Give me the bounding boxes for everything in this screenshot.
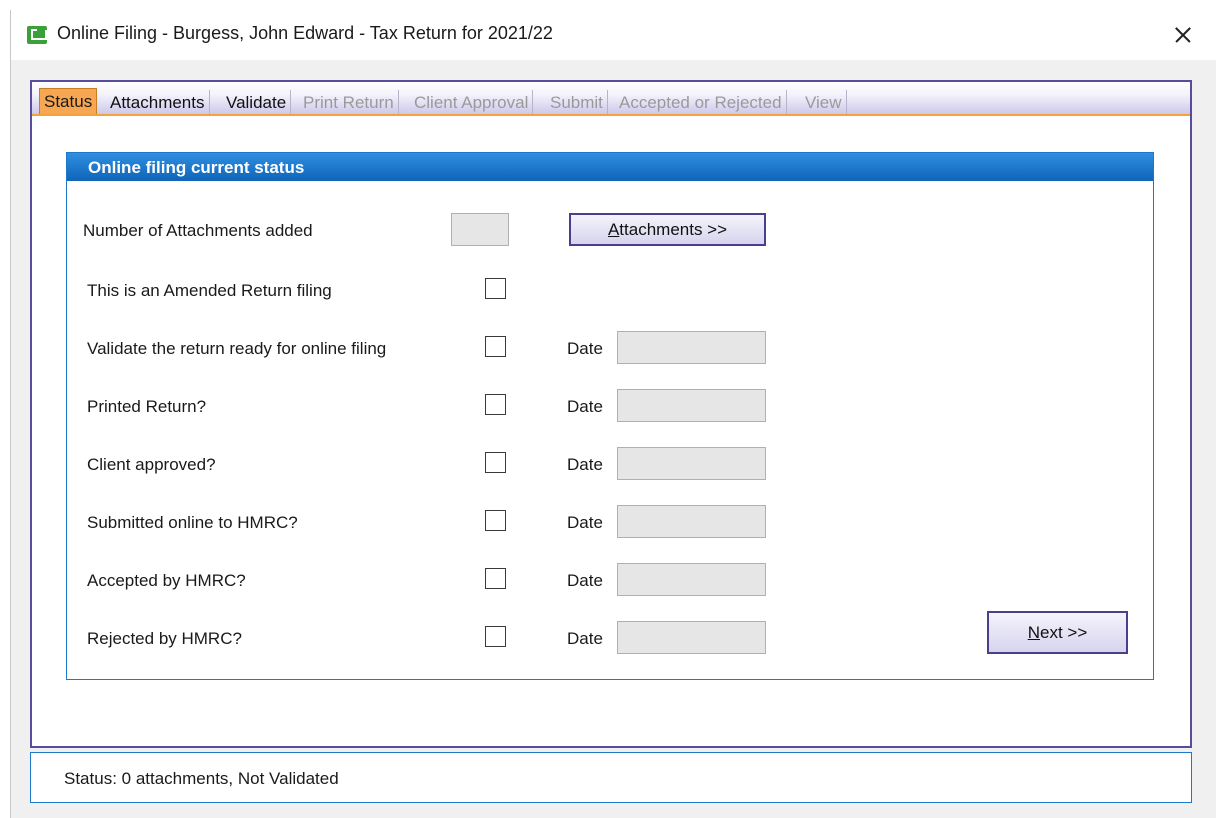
tab-view[interactable]: View <box>801 90 847 114</box>
submitted-checkbox[interactable] <box>485 510 506 531</box>
tab-status[interactable]: Status <box>39 88 98 114</box>
accepted-label: Accepted by HMRC? <box>87 571 246 590</box>
next-button-label: ext >> <box>1040 623 1088 642</box>
printed-checkbox[interactable] <box>485 394 506 415</box>
client-approved-date-label: Date <box>567 455 603 474</box>
rejected-label: Rejected by HMRC? <box>87 629 242 648</box>
accepted-date-field <box>617 563 766 596</box>
app-icon <box>27 26 47 44</box>
accepted-date-label: Date <box>567 571 603 590</box>
tab-attachments[interactable]: Attachments <box>106 90 210 114</box>
close-icon[interactable] <box>1161 20 1205 50</box>
rejected-checkbox[interactable] <box>485 626 506 647</box>
status-bar: Status: 0 attachments, Not Validated <box>30 752 1192 803</box>
client-approved-checkbox[interactable] <box>485 452 506 473</box>
printed-date-field <box>617 389 766 422</box>
tab-submit[interactable]: Submit <box>546 90 608 114</box>
accepted-checkbox[interactable] <box>485 568 506 589</box>
amended-return-label: This is an Amended Return filing <box>87 281 332 300</box>
attachments-count-field <box>451 213 509 246</box>
attachments-button-hotkey: A <box>607 220 620 239</box>
filing-status-group: Online filing current status Number of A… <box>66 152 1154 680</box>
group-title: Online filing current status <box>67 153 1153 181</box>
printed-date-label: Date <box>567 397 603 416</box>
validate-date-label: Date <box>567 339 603 358</box>
submitted-label: Submitted online to HMRC? <box>87 513 298 532</box>
tab-accepted-or-rejected[interactable]: Accepted or Rejected <box>615 90 787 114</box>
printed-label: Printed Return? <box>87 397 207 416</box>
online-filing-window: Online Filing - Burgess, John Edward - T… <box>10 10 1216 818</box>
submitted-date-field <box>617 505 766 538</box>
window-title: Online Filing - Burgess, John Edward - T… <box>57 23 553 43</box>
submitted-date-label: Date <box>567 513 603 532</box>
next-button-hotkey: N <box>1027 623 1040 642</box>
tab-print-return[interactable]: Print Return <box>299 90 399 114</box>
rejected-date-label: Date <box>567 629 603 648</box>
rejected-date-field <box>617 621 766 654</box>
tab-bar: Status Attachments Validate Print Return… <box>32 82 1190 116</box>
title-bar: Online Filing - Burgess, John Edward - T… <box>11 10 1216 60</box>
validate-label: Validate the return ready for online fil… <box>87 339 387 358</box>
client-approved-label: Client approved? <box>87 455 216 474</box>
client-approved-date-field <box>617 447 766 480</box>
amended-return-checkbox[interactable] <box>485 278 506 299</box>
tab-validate[interactable]: Validate <box>222 90 292 114</box>
tab-client-approval[interactable]: Client Approval <box>410 90 534 114</box>
validate-date-field <box>617 331 766 364</box>
status-text: Status: 0 attachments, Not Validated <box>64 769 339 788</box>
tab-panel: Status Attachments Validate Print Return… <box>30 80 1192 748</box>
attachments-button[interactable]: Attachments >> <box>569 213 766 246</box>
attachments-count-label: Number of Attachments added <box>83 221 313 240</box>
attachments-button-label: ttachments >> <box>619 220 728 239</box>
next-button[interactable]: Next >> <box>987 611 1128 654</box>
validate-checkbox[interactable] <box>485 336 506 357</box>
